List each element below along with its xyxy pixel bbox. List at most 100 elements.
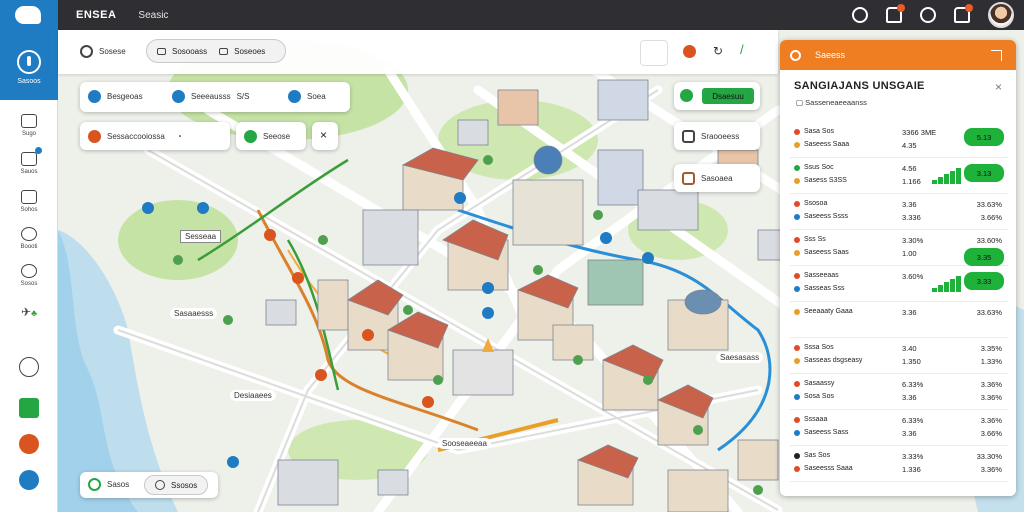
plane-icon: ✈ xyxy=(21,305,32,319)
filter-chip-label: Seeeausss xyxy=(191,92,231,101)
list-item[interactable]: Sssaaa Saseess Sass 6.33% 3.36 3.36% 3.66% xyxy=(790,410,1008,446)
panel-search-label[interactable]: Saeess xyxy=(815,50,845,60)
station-value-2: 3.36 xyxy=(902,393,917,402)
app-logo-panel[interactable]: Sasoos xyxy=(0,0,58,100)
layer-button-2[interactable]: Sraooeess xyxy=(674,122,760,150)
station-name: Seeaaaty Gaaa xyxy=(804,308,853,315)
status-badge[interactable]: 5.13 xyxy=(964,128,1004,146)
layer-icon xyxy=(680,89,693,102)
near-icon xyxy=(244,130,257,143)
status-badge[interactable]: 3.33 xyxy=(964,272,1004,290)
map-label-text: Sooseaeeaa xyxy=(442,439,487,448)
avatar[interactable] xyxy=(988,2,1014,28)
list-item[interactable]: Seeaaaty Gaaa 3.36 33.63% xyxy=(790,302,1008,338)
panel-subtitle-text: Sasseneaeeaanss xyxy=(805,98,867,107)
notifications-icon[interactable] xyxy=(886,4,905,23)
pin-dot xyxy=(683,45,696,58)
station-value-2: 4.35 xyxy=(902,141,917,150)
help-icon[interactable] xyxy=(920,7,936,23)
sort-icon[interactable] xyxy=(157,47,166,55)
alert-icon[interactable] xyxy=(19,434,39,454)
station-line-1: Sasseeaas xyxy=(794,272,839,279)
station-percent-1: 33.30% xyxy=(976,452,1002,461)
legend-item-a[interactable]: Sasos xyxy=(88,478,129,491)
sidebar-item-home[interactable]: Sauos xyxy=(0,147,58,175)
tree-icon: ♣ xyxy=(31,308,37,318)
list-item[interactable]: Ssus Soc Sasess S3SS 4.56 1.166 3.13 xyxy=(790,158,1008,194)
station-name: Sssaaa xyxy=(804,416,828,423)
list-item[interactable]: Sasaassy Sosa Sos 6.33% 3.36 3.36% 3.36% xyxy=(790,374,1008,410)
layer-label: Sasoaea xyxy=(701,174,733,183)
station-line-2: Sasseas dsgseasy xyxy=(794,357,862,364)
station-value-2: 1.166 xyxy=(902,177,921,186)
help-circle-icon[interactable] xyxy=(19,470,39,490)
sidebar-item-transit[interactable]: ✈♣ xyxy=(0,305,58,319)
search-field[interactable]: Sessaccooiossa ◔ xyxy=(88,130,182,143)
layer-label: Sraooeess xyxy=(701,132,740,141)
app-logo-icon xyxy=(15,6,41,24)
trend-bar xyxy=(944,174,949,184)
sidebar-item-globe[interactable]: Boooti xyxy=(0,227,58,250)
station-name: Sas Sos xyxy=(804,452,831,459)
sidebar-item-user[interactable]: Sosos xyxy=(0,264,58,287)
panel-search-header[interactable]: Saeess xyxy=(780,40,1016,70)
search-input[interactable]: Sessaccooiossa xyxy=(107,132,165,141)
compass-icon[interactable] xyxy=(80,45,93,58)
station-value-1: 4.56 xyxy=(902,164,917,173)
station-percent-1: 33.63% xyxy=(976,308,1002,317)
search-box[interactable]: Sessaccooiossa ◔ xyxy=(80,122,230,150)
status-badge[interactable]: 3.13 xyxy=(964,164,1004,182)
station-detail: Saseess Saaa xyxy=(804,141,850,148)
user-icon xyxy=(21,264,37,278)
filter-chip-2[interactable]: Seeeausss S/S xyxy=(172,90,250,103)
station-line-2: Sasseas Sss xyxy=(794,285,844,292)
status-dot xyxy=(794,285,800,292)
tools-pill-2[interactable]: Soseoes xyxy=(234,47,265,56)
sidebar-item-route[interactable]: Sugo xyxy=(0,114,58,137)
power-icon[interactable] xyxy=(17,50,41,74)
tools-pill-group: Sosooass Soseoes xyxy=(146,39,286,63)
legend-item-b[interactable]: Ssosos xyxy=(144,475,209,495)
refresh-icon[interactable]: ↻ xyxy=(713,44,723,58)
layer-button-3[interactable]: Sasoaea xyxy=(674,164,760,192)
user-settings-icon[interactable] xyxy=(954,4,973,23)
list-item[interactable]: Sssa Sos Sasseas dsgseasy 3.40 1.350 3.35% 1.… xyxy=(790,338,1008,374)
building-icon[interactable] xyxy=(640,40,668,66)
chat-icon[interactable] xyxy=(852,7,868,23)
layer-button-1[interactable]: Dsaesuu xyxy=(674,82,760,110)
search-icon xyxy=(88,130,101,143)
near-button[interactable]: Seeose xyxy=(236,122,306,150)
station-line-1: Sssaaa xyxy=(794,416,827,423)
info-icon[interactable] xyxy=(19,357,39,377)
expand-icon[interactable] xyxy=(991,50,1002,61)
station-name: Sasa Sos xyxy=(804,128,834,135)
list-item[interactable]: Sasa Sos Saseess Saaa 3366 3ME 4.35 5.13 xyxy=(790,122,1008,158)
close-icon[interactable]: × xyxy=(995,80,1002,94)
station-detail: Saseess Saas xyxy=(804,249,849,256)
filter-icon[interactable] xyxy=(219,47,229,55)
tools-pill-1[interactable]: Sosooass xyxy=(172,47,207,56)
list-item[interactable]: Sas Sos Saseesss Saaa 3.33% 1.336 33.30% 3.36… xyxy=(790,446,1008,482)
stations-panel: Saeess SANGIAJANS UNSGAIE ▢ Sasseneaeeaa… xyxy=(780,40,1016,496)
near-label: Seeose xyxy=(244,130,290,143)
draw-icon[interactable]: / xyxy=(740,42,744,57)
status-badge[interactable]: 3.35 xyxy=(964,248,1004,266)
filter-bar: Besgeoas Seeeausss S/S Soea xyxy=(80,82,350,112)
trend-bars xyxy=(932,276,961,292)
close-filter-button[interactable]: × xyxy=(312,122,338,150)
station-line-1: Sssa Sos xyxy=(794,344,834,351)
list-item[interactable]: Sss Ss Saseess Saas 3.30% 1.00 3.35 33.60% xyxy=(790,230,1008,266)
sidebar-item-calendar[interactable]: Sohos xyxy=(0,190,58,213)
tools-title-text: Sosese xyxy=(99,47,126,56)
status-dot xyxy=(794,344,800,351)
list-item[interactable]: Sasseeaas Sasseas Sss 3.60% 3.33 xyxy=(790,266,1008,302)
flag-icon[interactable] xyxy=(19,398,39,418)
top-bar-actions xyxy=(852,0,1014,30)
gps-icon[interactable]: ◔ xyxy=(177,132,182,141)
legend-label: Ssosos xyxy=(171,480,198,490)
app-brand: ENSEA xyxy=(76,9,117,21)
list-item[interactable]: Ssosoa Saseess Ssss 3.36 3.336 33.63% 3.66% xyxy=(790,194,1008,230)
filter-chip-1[interactable]: Besgeoas xyxy=(88,90,143,103)
location-pin-icon[interactable] xyxy=(683,45,696,58)
filter-chip-3[interactable]: Soea xyxy=(288,90,326,103)
